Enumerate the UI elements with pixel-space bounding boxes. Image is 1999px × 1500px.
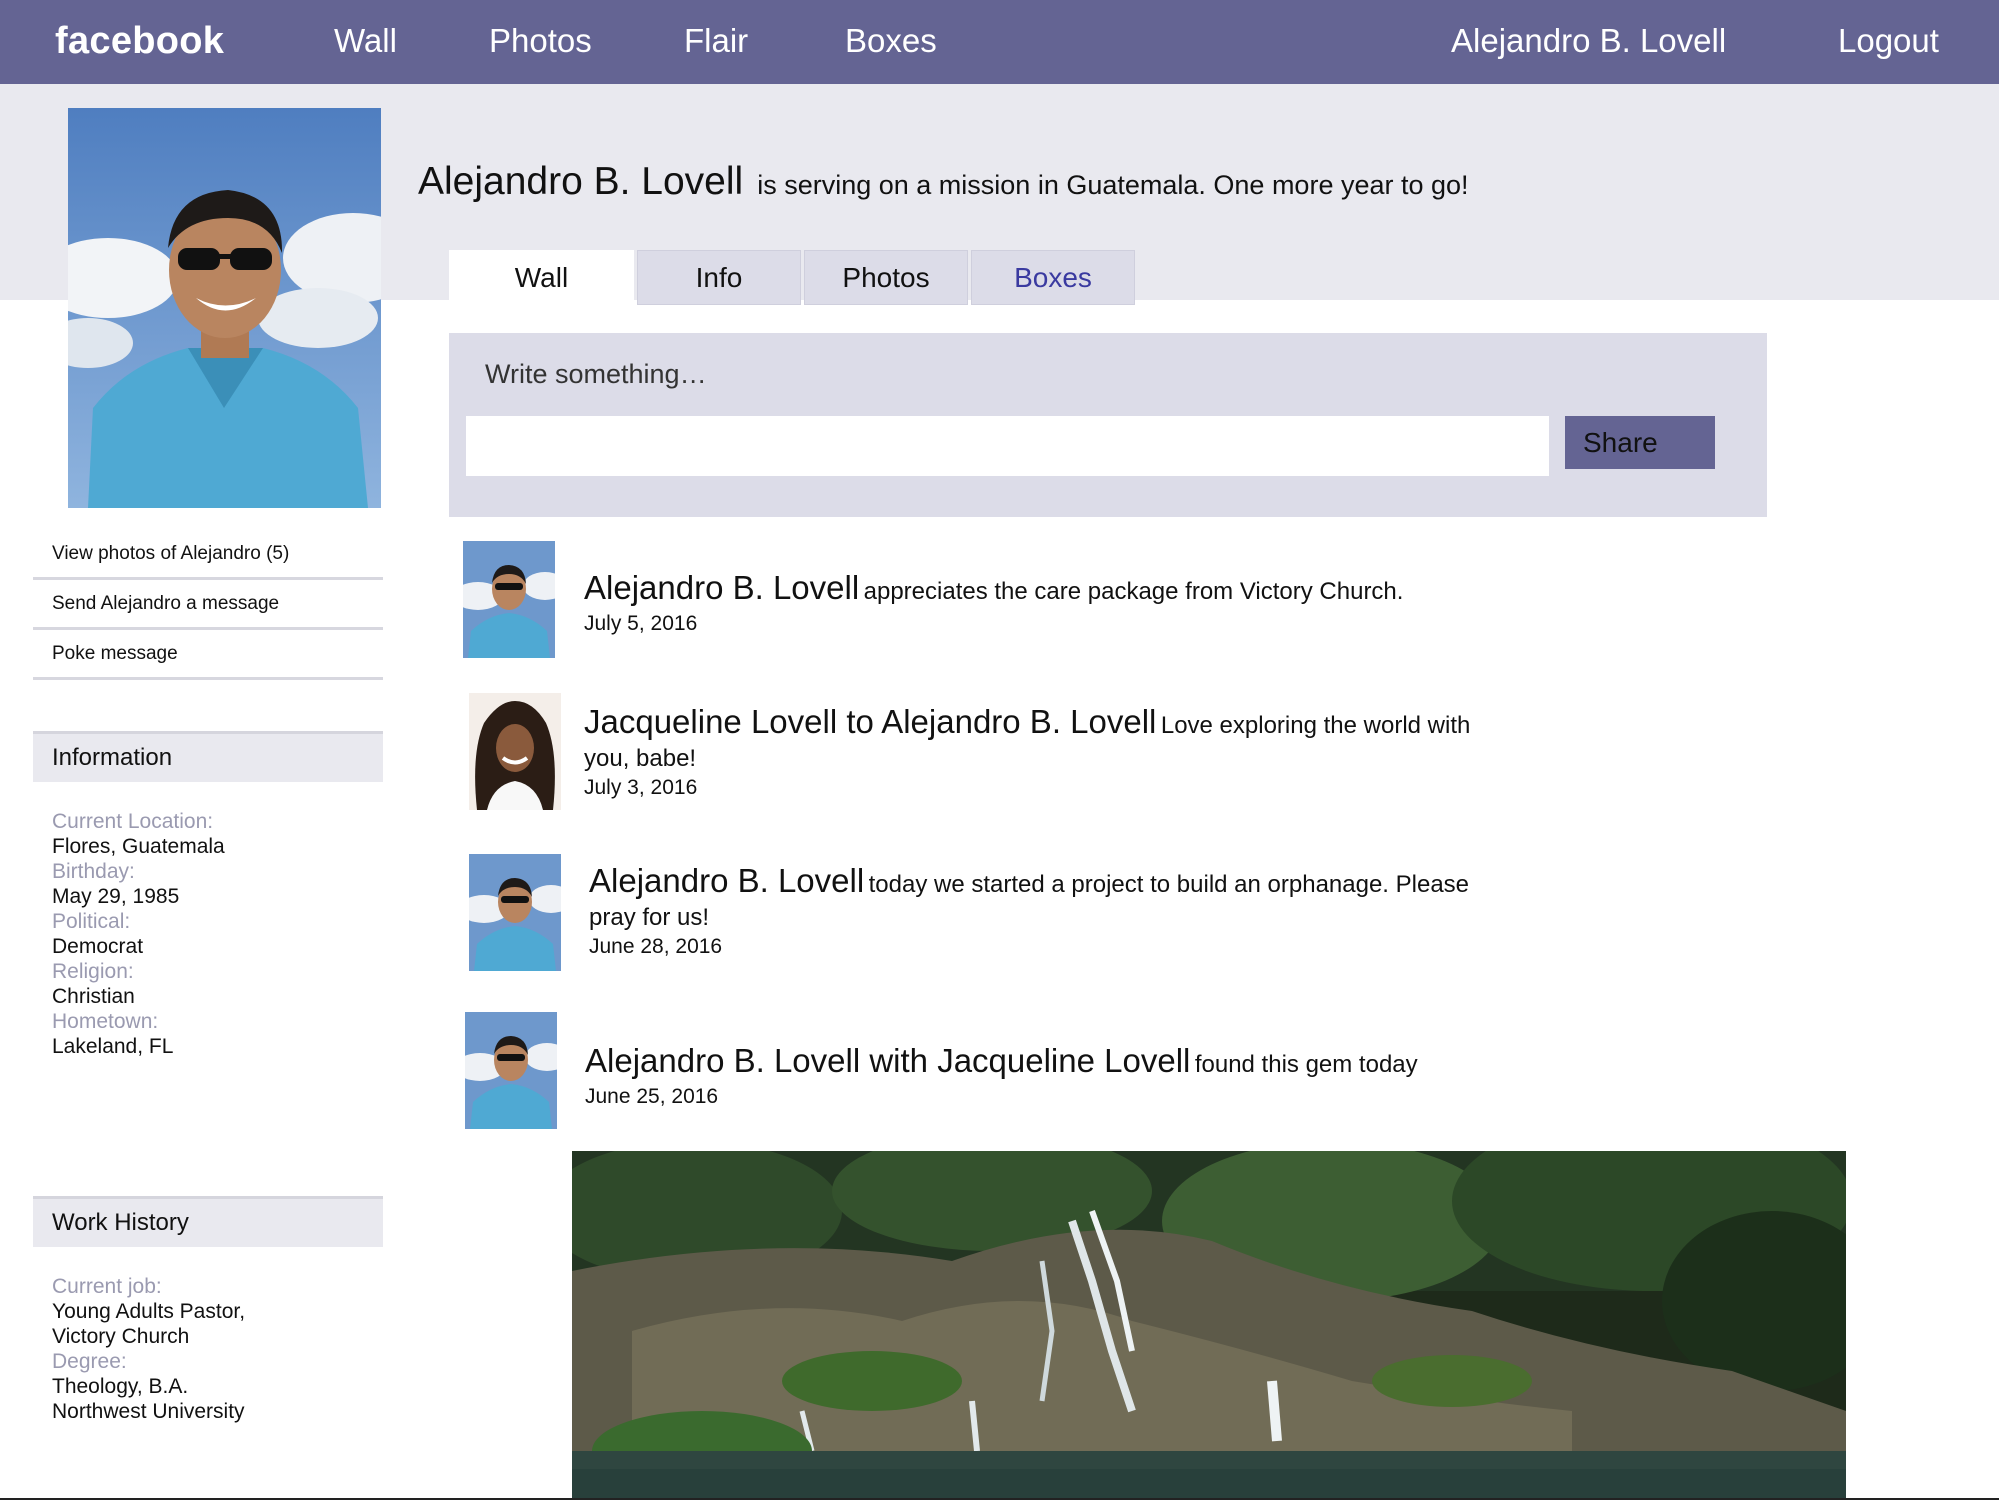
degree-label: Degree: bbox=[52, 1350, 127, 1373]
logout-link[interactable]: Logout bbox=[1838, 22, 1939, 60]
composer-prompt: Write something… bbox=[485, 359, 707, 389]
wall-composer: Write something… Share bbox=[449, 333, 1767, 517]
post-date[interactable]: June 28, 2016 bbox=[589, 935, 1549, 959]
info-label: Religion: bbox=[52, 960, 134, 983]
post-author[interactable]: Alejandro B. Lovell bbox=[589, 862, 864, 899]
degree-value: Theology, B.A. bbox=[52, 1375, 189, 1398]
info-value: May 29, 1985 bbox=[52, 885, 180, 908]
tab-wall[interactable]: Wall bbox=[449, 250, 634, 305]
info-value: Democrat bbox=[52, 935, 144, 958]
post-author[interactable]: Alejandro B. Lovell bbox=[584, 569, 859, 606]
wall-post: Alejandro B. Lovell appreciates the care… bbox=[584, 571, 1544, 636]
send-message-link[interactable]: Send Alejandro a message bbox=[33, 580, 383, 630]
current-job-value: Young Adults Pastor, bbox=[52, 1300, 246, 1323]
info-value: Lakeland, FL bbox=[52, 1035, 174, 1058]
waterfall-photo[interactable] bbox=[572, 1151, 1846, 1500]
poke-message-link[interactable]: Poke message bbox=[33, 630, 383, 680]
post-message: today we started a project to build an o… bbox=[868, 871, 1470, 898]
nav-flair[interactable]: Flair bbox=[684, 22, 748, 60]
tab-photos[interactable]: Photos bbox=[804, 250, 968, 305]
information-heading: Information bbox=[33, 731, 383, 782]
info-label: Political: bbox=[52, 910, 131, 933]
post-avatar[interactable] bbox=[469, 693, 561, 810]
nav-photos[interactable]: Photos bbox=[489, 22, 592, 60]
post-message-continued: pray for us! bbox=[589, 904, 710, 931]
view-photos-link[interactable]: View photos of Alejandro (5) bbox=[33, 530, 383, 580]
post-date[interactable]: June 25, 2016 bbox=[585, 1085, 1545, 1109]
tab-info[interactable]: Info bbox=[637, 250, 801, 305]
share-button[interactable]: Share bbox=[1565, 416, 1715, 469]
information-list: Current Location: Flores, Guatemala Birt… bbox=[52, 809, 225, 1059]
current-job-label: Current job: bbox=[52, 1275, 162, 1298]
post-author[interactable]: Alejandro B. Lovell with Jacqueline Love… bbox=[585, 1042, 1190, 1079]
info-value: Flores, Guatemala bbox=[52, 835, 225, 858]
post-message: found this gem today bbox=[1194, 1051, 1418, 1078]
sidebar-links: View photos of Alejandro (5) Send Alejan… bbox=[33, 530, 383, 680]
profile-status-line: Alejandro B. Lovell is serving on a missi… bbox=[418, 160, 1469, 204]
wall-post: Alejandro B. Lovell today we started a p… bbox=[589, 864, 1549, 959]
top-navigation-bar: facebook Wall Photos Flair Boxes Alejand… bbox=[0, 0, 1999, 84]
post-avatar[interactable] bbox=[463, 541, 555, 658]
nav-boxes[interactable]: Boxes bbox=[845, 22, 937, 60]
nav-wall[interactable]: Wall bbox=[334, 22, 397, 60]
post-date[interactable]: July 5, 2016 bbox=[584, 612, 1544, 636]
nav-user-name[interactable]: Alejandro B. Lovell bbox=[1451, 22, 1726, 60]
wall-post: Jacqueline Lovell to Alejandro B. Lovell… bbox=[584, 705, 1544, 800]
post-date[interactable]: July 3, 2016 bbox=[584, 776, 1544, 800]
info-value: Christian bbox=[52, 985, 135, 1008]
profile-name[interactable]: Alejandro B. Lovell bbox=[418, 160, 743, 203]
tab-boxes[interactable]: Boxes bbox=[971, 250, 1135, 305]
post-avatar[interactable] bbox=[465, 1012, 557, 1129]
current-job-value: Victory Church bbox=[52, 1325, 190, 1348]
profile-tabs: Wall Info Photos Boxes bbox=[449, 250, 1135, 305]
info-label: Birthday: bbox=[52, 860, 135, 883]
info-label: Current Location: bbox=[52, 810, 214, 833]
post-author[interactable]: Jacqueline Lovell to Alejandro B. Lovell bbox=[584, 703, 1156, 740]
post-avatar[interactable] bbox=[469, 854, 561, 971]
composer-input[interactable] bbox=[466, 416, 1549, 476]
post-message: appreciates the care package from Victor… bbox=[863, 578, 1404, 605]
post-message: Love exploring the world with bbox=[1160, 712, 1471, 739]
info-label: Hometown: bbox=[52, 1010, 159, 1033]
post-message-continued: you, babe! bbox=[584, 745, 697, 772]
wall-post: Alejandro B. Lovell with Jacqueline Love… bbox=[585, 1044, 1545, 1109]
work-history-list: Current job: Young Adults Pastor, Victor… bbox=[52, 1274, 245, 1424]
degree-value: Northwest University bbox=[52, 1400, 245, 1423]
facebook-logo[interactable]: facebook bbox=[55, 20, 224, 63]
work-history-heading: Work History bbox=[33, 1196, 383, 1247]
profile-photo[interactable] bbox=[68, 108, 381, 508]
profile-status-text: is serving on a mission in Guatemala. On… bbox=[757, 170, 1469, 200]
